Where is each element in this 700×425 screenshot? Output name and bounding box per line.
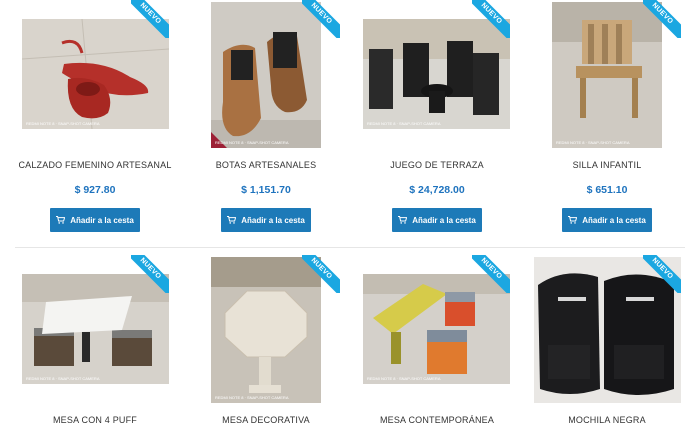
new-badge: NUEVO: [643, 0, 681, 38]
camera-watermark: REDMI NOTE 8 · SNAP-SHOT CAMERA: [367, 376, 441, 381]
cart-icon: [227, 216, 237, 224]
camera-watermark: REDMI NOTE 8 · SNAP-SHOT CAMERA: [26, 376, 100, 381]
button-label: Añadir a la cesta: [582, 215, 646, 225]
new-badge: NUEVO: [302, 0, 340, 38]
new-badge: NUEVO: [643, 255, 681, 293]
add-to-cart-button[interactable]: Añadir a la cesta: [392, 208, 482, 232]
button-label: Añadir a la cesta: [412, 215, 476, 225]
camera-watermark: REDMI NOTE 8 · SNAP-SHOT CAMERA: [215, 140, 289, 145]
product-price: $ 651.10: [586, 184, 628, 196]
add-to-cart-button[interactable]: Añadir a la cesta: [221, 208, 311, 232]
product-title[interactable]: MESA DECORATIVA: [181, 415, 351, 425]
product-title[interactable]: MOCHILA NEGRA: [522, 415, 692, 425]
add-to-cart-button[interactable]: Añadir a la cesta: [562, 208, 652, 232]
cart-icon: [568, 216, 578, 224]
product-price: $ 927.80: [74, 184, 116, 196]
new-badge: NUEVO: [131, 0, 169, 38]
product-grid: REDMI NOTE 8 · SNAP-SHOT CAMERA NUEVO RE…: [0, 0, 700, 425]
new-badge: NUEVO: [472, 0, 510, 38]
product-title[interactable]: JUEGO DE TERRAZA: [352, 160, 522, 170]
cart-icon: [56, 216, 66, 224]
product-price: $ 1,151.70: [241, 184, 291, 196]
row-divider: [15, 247, 685, 248]
product-title[interactable]: BOTAS ARTESANALES: [181, 160, 351, 170]
product-title[interactable]: MESA CONTEMPORÁNEA: [352, 415, 522, 425]
camera-watermark: REDMI NOTE 8 · SNAP-SHOT CAMERA: [26, 121, 100, 126]
product-price: $ 24,728.00: [409, 184, 465, 196]
camera-watermark: REDMI NOTE 8 · SNAP-SHOT CAMERA: [215, 395, 289, 400]
button-label: Añadir a la cesta: [241, 215, 305, 225]
camera-watermark: REDMI NOTE 8 · SNAP-SHOT CAMERA: [556, 140, 630, 145]
new-badge: NUEVO: [472, 255, 510, 293]
new-badge: NUEVO: [302, 255, 340, 293]
product-title[interactable]: SILLA INFANTIL: [522, 160, 692, 170]
add-to-cart-button[interactable]: Añadir a la cesta: [50, 208, 140, 232]
cart-icon: [398, 216, 408, 224]
new-badge: NUEVO: [131, 255, 169, 293]
button-label: Añadir a la cesta: [70, 215, 134, 225]
product-title[interactable]: CALZADO FEMENINO ARTESANAL: [10, 160, 180, 170]
product-title[interactable]: MESA CON 4 PUFF: [10, 415, 180, 425]
camera-watermark: REDMI NOTE 8 · SNAP-SHOT CAMERA: [367, 121, 441, 126]
